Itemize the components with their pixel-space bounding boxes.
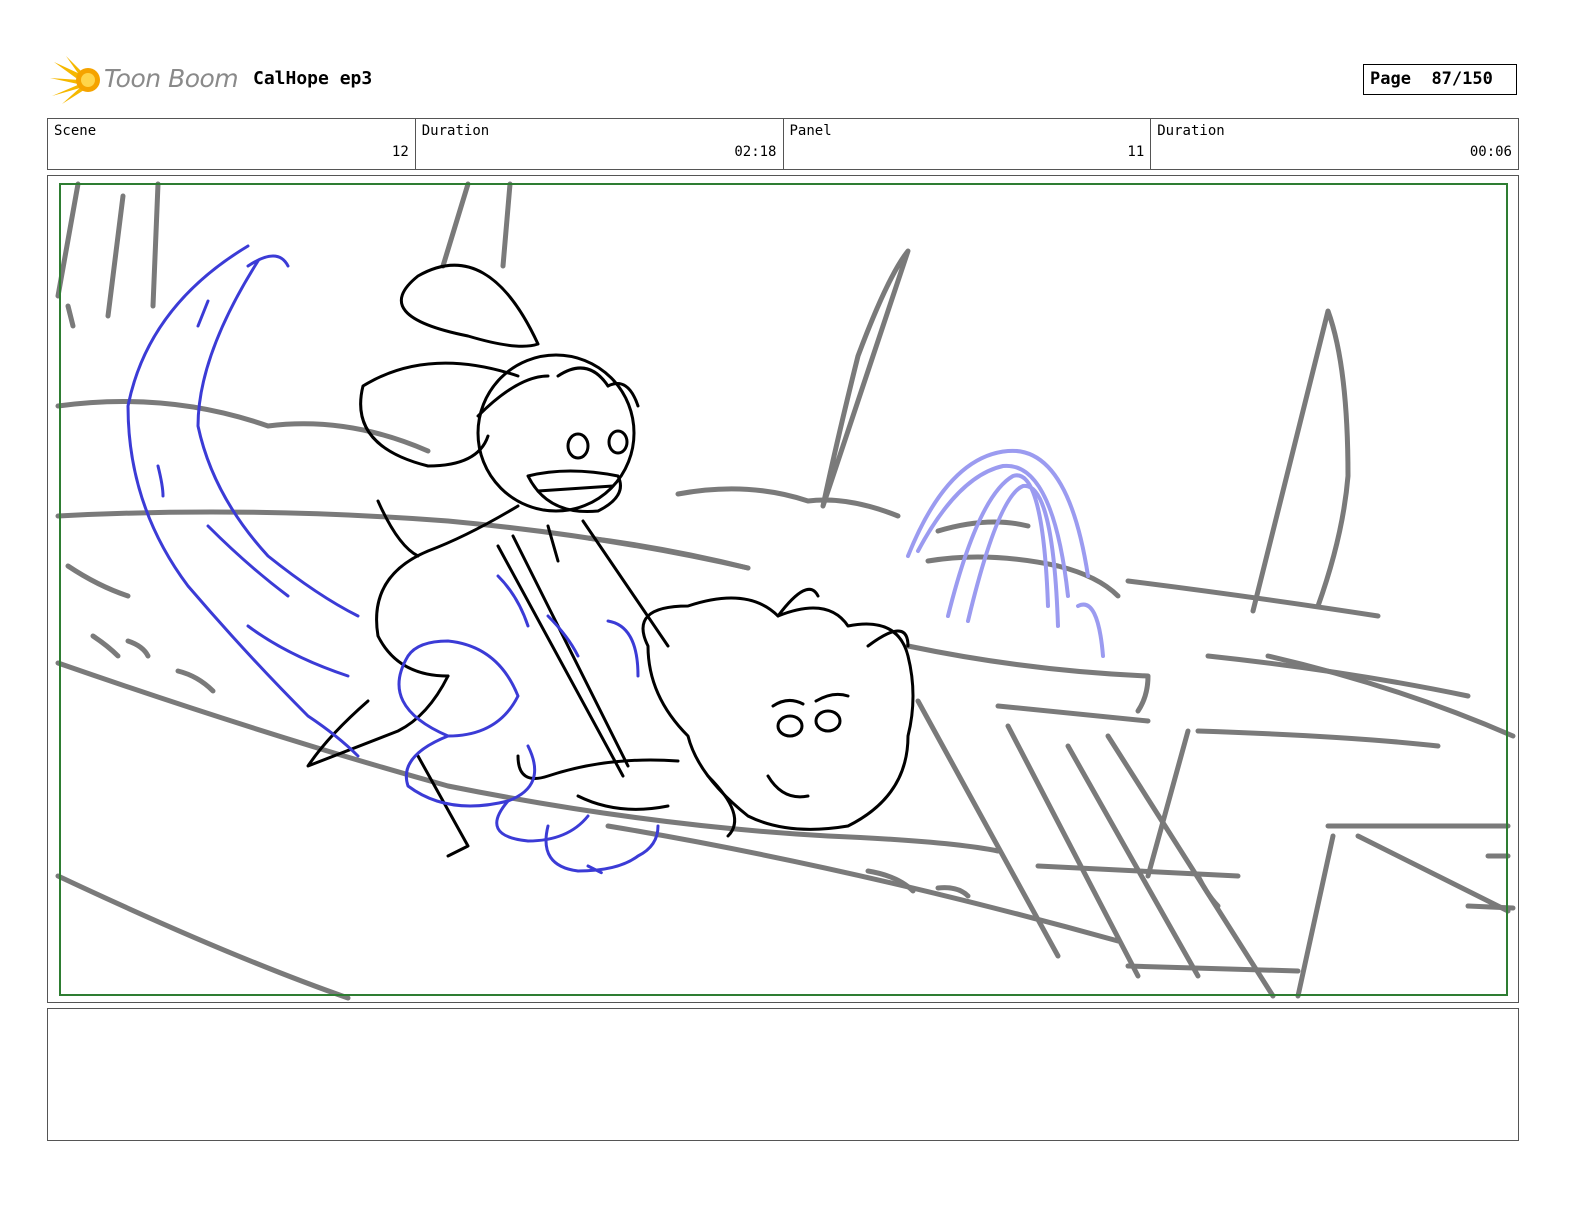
page-indicator: Page 87/150 bbox=[1363, 64, 1517, 95]
panel-cell: Panel 11 bbox=[784, 119, 1152, 169]
panel-drawing bbox=[55, 181, 1516, 1001]
panel-label: Panel bbox=[789, 123, 832, 139]
panel-notes-box[interactable] bbox=[47, 1008, 1519, 1141]
page-label: Page bbox=[1370, 69, 1411, 89]
water-sketch bbox=[126, 244, 660, 875]
scene-duration-cell: Duration 02:18 bbox=[416, 119, 784, 169]
scene-cell: Scene 12 bbox=[48, 119, 416, 169]
page-number: 87/150 bbox=[1431, 69, 1493, 89]
panel-duration-value: 00:06 bbox=[1469, 144, 1512, 160]
panel-duration-cell: Duration 00:06 bbox=[1151, 119, 1518, 169]
scene-duration-label: Duration bbox=[421, 123, 490, 139]
storyboard-panel bbox=[47, 175, 1519, 1003]
project-title: CalHope ep3 bbox=[253, 68, 373, 89]
scene-info-bar: Scene 12 Duration 02:18 Panel 11 Duratio… bbox=[47, 118, 1519, 170]
scene-duration-value: 02:18 bbox=[734, 144, 777, 160]
character-sketch bbox=[306, 263, 915, 858]
scene-label: Scene bbox=[54, 123, 97, 139]
background-sketch bbox=[55, 181, 1516, 1001]
panel-value: 11 bbox=[1127, 144, 1145, 160]
scene-value: 12 bbox=[391, 144, 409, 160]
fountain-sketch bbox=[906, 448, 1105, 658]
logo-text: Toon Boom bbox=[104, 64, 239, 93]
panel-duration-label: Duration bbox=[1157, 123, 1225, 139]
